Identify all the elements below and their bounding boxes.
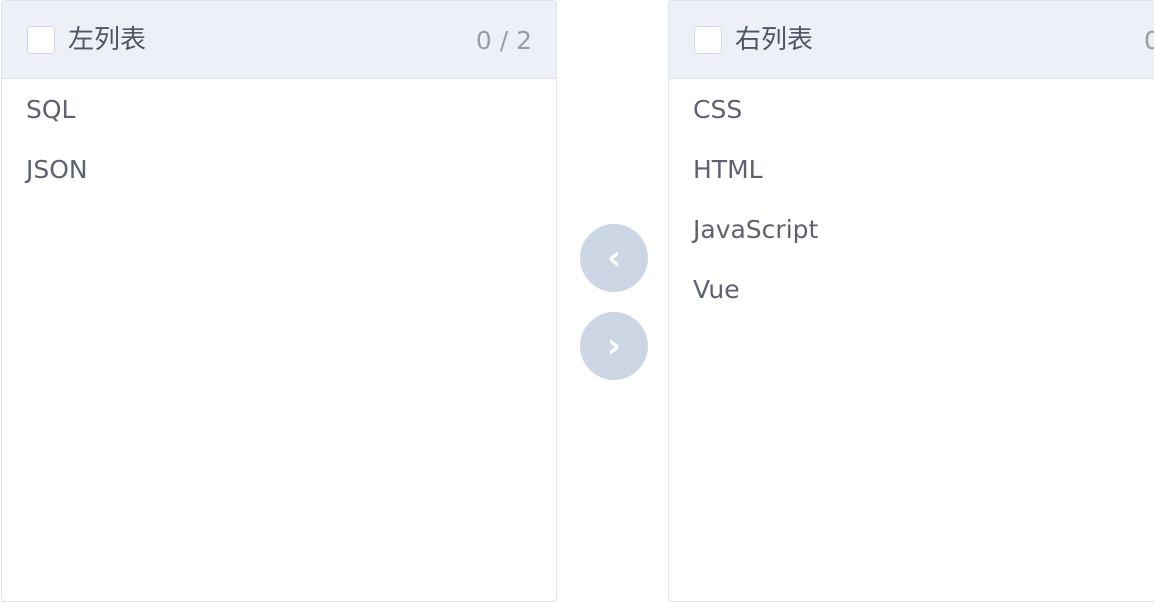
- left-panel-list: SQL JSON: [2, 79, 556, 213]
- list-item[interactable]: HTML: [669, 153, 1154, 213]
- right-panel-count: 0 / 4: [1144, 24, 1154, 58]
- list-item[interactable]: SQL: [2, 93, 556, 153]
- right-panel: 右列表 0 / 4 CSS HTML JavaScript Vue: [668, 0, 1154, 602]
- left-panel-header: 左列表 0 / 2: [2, 1, 556, 79]
- left-panel: 左列表 0 / 2 SQL JSON: [1, 0, 557, 602]
- list-item[interactable]: JavaScript: [669, 213, 1154, 273]
- transfer: 左列表 0 / 2 SQL JSON ‹ › 右列表 0 / 4 CSS HTM…: [0, 0, 1154, 604]
- left-panel-title: 左列表: [68, 25, 147, 55]
- move-to-right-button[interactable]: ›: [580, 312, 648, 380]
- list-item[interactable]: JSON: [2, 153, 556, 213]
- right-select-all-checkbox[interactable]: [694, 26, 722, 54]
- chevron-left-icon: ‹: [606, 238, 621, 278]
- list-item[interactable]: CSS: [669, 93, 1154, 153]
- left-panel-count: 0 / 2: [475, 26, 532, 55]
- chevron-right-icon: ›: [606, 326, 621, 366]
- list-item[interactable]: Vue: [669, 273, 1154, 333]
- right-panel-list: CSS HTML JavaScript Vue: [669, 79, 1154, 333]
- move-to-left-button[interactable]: ‹: [580, 224, 648, 292]
- right-panel-header: 右列表 0 / 4: [669, 1, 1154, 79]
- right-panel-title: 右列表: [735, 25, 814, 55]
- left-select-all-checkbox[interactable]: [27, 26, 55, 54]
